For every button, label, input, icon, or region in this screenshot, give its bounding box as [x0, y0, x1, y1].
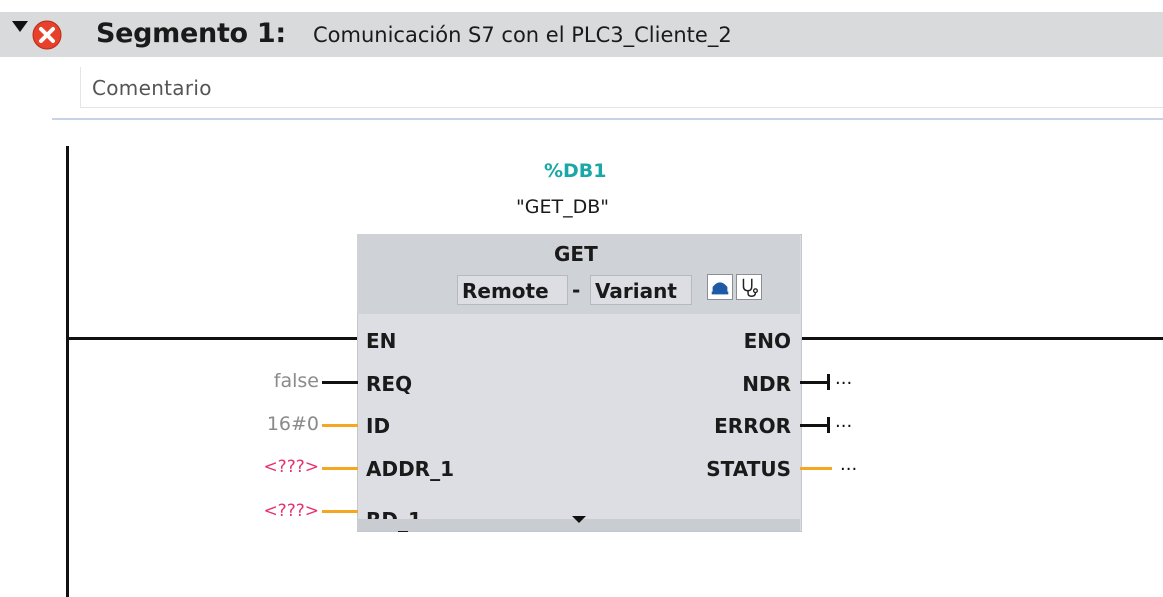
pin-en[interactable]: EN — [366, 326, 396, 356]
variant-chip[interactable]: Variant — [590, 275, 692, 305]
param-req[interactable]: false — [274, 366, 319, 396]
param-error[interactable]: ... — [835, 407, 852, 437]
pin-addr-1[interactable]: ADDR_1 — [366, 454, 454, 484]
expand-pins-icon[interactable] — [572, 516, 586, 523]
block-view-icon[interactable] — [707, 274, 733, 300]
en-wire[interactable] — [66, 337, 359, 340]
comment-field[interactable] — [80, 67, 1163, 108]
power-rail — [66, 146, 69, 597]
pin-status[interactable]: STATUS — [706, 454, 791, 484]
param-status[interactable]: ... — [840, 450, 857, 480]
error-icon — [32, 20, 62, 50]
status-wire — [800, 467, 832, 470]
instance-db-name[interactable]: %DB1 — [544, 158, 607, 184]
segment-label: Segmento 1: — [96, 18, 286, 49]
chevron-down-icon[interactable] — [12, 21, 28, 32]
param-id[interactable]: 16#0 — [267, 409, 319, 439]
param-rd-1[interactable]: <???> — [263, 496, 319, 526]
segment-title[interactable]: Comunicación S7 con el PLC3_Cliente_2 — [313, 18, 732, 52]
pin-eno[interactable]: ENO — [744, 326, 791, 356]
param-addr-1[interactable]: <???> — [263, 452, 319, 482]
error-wire-end — [827, 417, 830, 433]
ndr-wire-end — [827, 374, 830, 390]
remote-chip[interactable]: Remote — [457, 275, 568, 305]
block-type: GET — [554, 242, 598, 266]
error-wire — [800, 424, 828, 427]
pin-error[interactable]: ERROR — [714, 411, 791, 441]
stethoscope-icon[interactable] — [736, 274, 762, 300]
req-wire — [322, 381, 358, 384]
instance-db-symbol[interactable]: "GET_DB" — [516, 194, 609, 220]
addr-1-wire — [322, 467, 358, 470]
rd-1-wire — [322, 510, 358, 513]
pin-ndr[interactable]: NDR — [742, 369, 791, 399]
ndr-wire — [800, 381, 828, 384]
id-wire — [322, 424, 358, 427]
eno-wire[interactable] — [800, 337, 1163, 340]
pin-req[interactable]: REQ — [366, 369, 412, 399]
pin-id[interactable]: ID — [366, 411, 390, 441]
comment-placeholder[interactable]: Comentario — [92, 73, 212, 103]
param-ndr[interactable]: ... — [835, 364, 852, 394]
separator — [52, 118, 1163, 120]
chip-separator: - — [572, 278, 581, 302]
